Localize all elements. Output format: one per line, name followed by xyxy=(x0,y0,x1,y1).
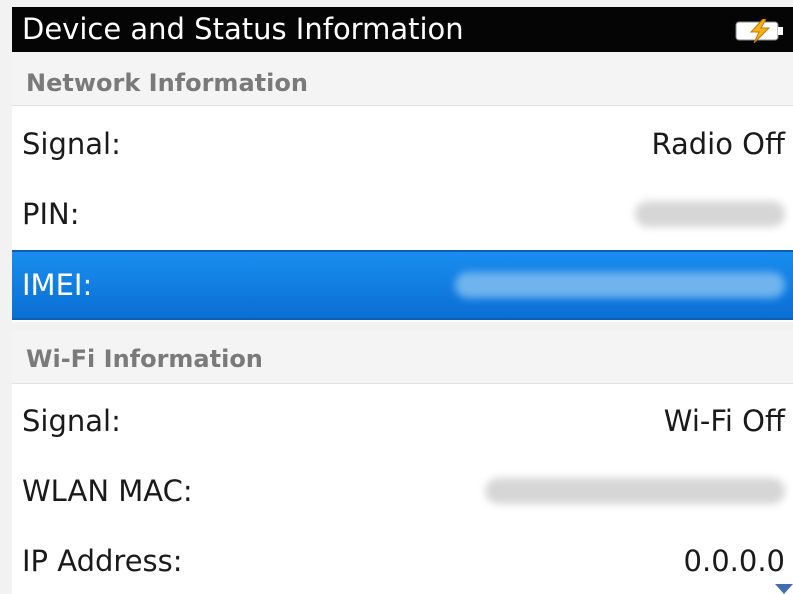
network-signal-label: Signal: xyxy=(22,127,121,161)
wifi-signal-row[interactable]: Signal: Wi-Fi Off xyxy=(12,387,793,455)
wifi-section-header: Wi-Fi Information xyxy=(12,330,793,384)
wlan-mac-label: WLAN MAC: xyxy=(22,474,193,508)
ip-address-row[interactable]: IP Address: 0.0.0.0 xyxy=(12,527,793,594)
ip-address-value: 0.0.0.0 xyxy=(683,544,785,578)
wifi-signal-label: Signal: xyxy=(22,404,121,438)
page-title: Device and Status Information xyxy=(22,12,464,46)
pin-value-redacted xyxy=(635,201,785,227)
title-bar: Device and Status Information xyxy=(12,7,793,52)
screen: Device and Status Information Network In… xyxy=(0,0,793,594)
wlan-mac-row[interactable]: WLAN MAC: xyxy=(12,457,793,525)
network-signal-row[interactable]: Signal: Radio Off xyxy=(12,110,793,178)
imei-value-redacted xyxy=(455,272,785,298)
network-signal-value: Radio Off xyxy=(651,127,785,161)
pin-row[interactable]: PIN: xyxy=(12,180,793,248)
pin-label: PIN: xyxy=(22,197,80,231)
section-divider xyxy=(12,322,793,330)
content-panel[interactable]: Network Information Signal: Radio Off PI… xyxy=(12,52,793,594)
wlan-mac-value-redacted xyxy=(485,478,785,504)
imei-label: IMEI: xyxy=(22,268,93,302)
imei-row[interactable]: IMEI: xyxy=(12,250,793,320)
ip-address-label: IP Address: xyxy=(22,544,183,578)
wifi-signal-value: Wi-Fi Off xyxy=(663,404,785,438)
network-section-header: Network Information xyxy=(12,52,793,106)
battery-charging-icon xyxy=(735,19,783,43)
scroll-down-arrow-icon[interactable] xyxy=(775,584,793,594)
